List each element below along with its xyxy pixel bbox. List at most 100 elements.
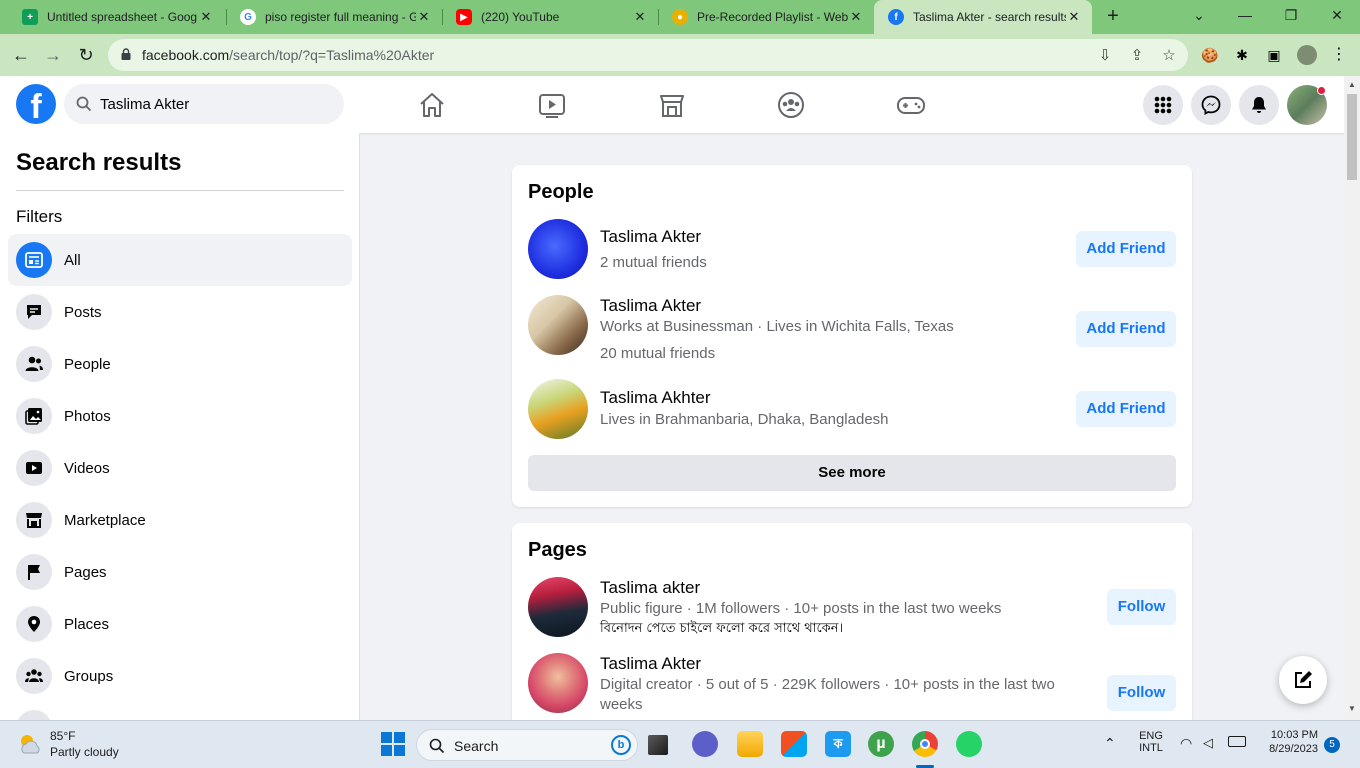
browser-tab[interactable]: ▶ (220) YouTube ✕ bbox=[442, 0, 658, 34]
close-icon[interactable]: ✕ bbox=[198, 9, 214, 25]
follow-button[interactable]: Follow bbox=[1107, 589, 1176, 625]
address-bar[interactable]: facebook.com/search/top/?q=Taslima%20Akt… bbox=[108, 39, 1188, 71]
scroll-down-icon[interactable]: ▼ bbox=[1347, 704, 1357, 713]
add-friend-button[interactable]: Add Friend bbox=[1076, 231, 1176, 267]
tab-search-chevron-icon[interactable]: ⌄ bbox=[1176, 0, 1222, 30]
person-name[interactable]: Taslima Akhter bbox=[600, 388, 711, 408]
close-icon[interactable]: ✕ bbox=[1066, 9, 1082, 25]
tab-title: (220) YouTube bbox=[481, 10, 560, 24]
youtube-icon: ▶ bbox=[456, 9, 472, 25]
filter-item-posts[interactable]: Posts bbox=[8, 286, 352, 338]
language-indicator[interactable]: ENG INTL bbox=[1136, 730, 1166, 754]
browser-tab[interactable]: G piso register full meaning - G ✕ bbox=[226, 0, 442, 34]
battery-icon[interactable] bbox=[1228, 736, 1246, 747]
filter-item-marketplace[interactable]: Marketplace bbox=[8, 494, 352, 546]
filter-item-more[interactable] bbox=[8, 702, 352, 720]
menu-kebab-icon[interactable]: ⋮ bbox=[1329, 45, 1349, 65]
file-explorer-icon[interactable] bbox=[737, 731, 763, 757]
new-tab-button[interactable]: + bbox=[1102, 6, 1124, 28]
teams-chat-icon[interactable] bbox=[692, 731, 718, 757]
filter-item-videos[interactable]: Videos bbox=[8, 442, 352, 494]
page-name[interactable]: Taslima akter bbox=[600, 578, 700, 598]
person-name[interactable]: Taslima Akter bbox=[600, 296, 701, 316]
side-panel-icon[interactable]: ▣ bbox=[1264, 45, 1284, 65]
page-scrollbar[interactable]: ▲ ▼ bbox=[1344, 76, 1360, 720]
facebook-logo[interactable]: f bbox=[16, 84, 56, 124]
chrome-icon[interactable] bbox=[912, 731, 938, 757]
cookie-extension-icon[interactable]: 🍪 bbox=[1200, 45, 1220, 65]
marketplace-icon[interactable] bbox=[657, 90, 687, 120]
volume-icon[interactable]: ◁ bbox=[1203, 735, 1213, 751]
task-view-icon[interactable] bbox=[648, 735, 668, 755]
account-avatar[interactable] bbox=[1287, 85, 1327, 125]
messenger-button[interactable] bbox=[1191, 85, 1231, 125]
menu-grid-button[interactable] bbox=[1143, 85, 1183, 125]
person-avatar[interactable] bbox=[528, 219, 588, 279]
filter-item-pages[interactable]: Pages bbox=[8, 546, 352, 598]
wifi-icon[interactable]: ◠ bbox=[1180, 735, 1192, 752]
person-avatar[interactable] bbox=[528, 295, 588, 355]
filter-item-people[interactable]: People bbox=[8, 338, 352, 390]
utorrent-icon[interactable]: µ bbox=[868, 731, 894, 757]
scrollbar-thumb[interactable] bbox=[1347, 94, 1357, 180]
restore-icon[interactable]: ❐ bbox=[1268, 0, 1314, 30]
page-name[interactable]: Taslima Akter bbox=[600, 654, 701, 674]
facebook-search[interactable] bbox=[64, 84, 344, 124]
person-result[interactable]: Taslima Akhter Lives in Brahmanbaria, Dh… bbox=[528, 379, 1176, 439]
person-meta: Lives in Brahmanbaria, Dhaka, Bangladesh bbox=[600, 411, 889, 428]
watch-video-icon[interactable] bbox=[537, 90, 567, 120]
extensions-puzzle-icon[interactable]: ✱ bbox=[1232, 45, 1252, 65]
see-more-button[interactable]: See more bbox=[528, 455, 1176, 491]
browser-tab[interactable]: ● Pre-Recorded Playlist - Web ✕ bbox=[658, 0, 874, 34]
url-text: facebook.com/search/top/?q=Taslima%20Akt… bbox=[142, 47, 435, 63]
install-app-icon[interactable]: ⇩ bbox=[1096, 47, 1114, 65]
facebook-icon: f bbox=[888, 9, 904, 25]
bing-icon[interactable]: b bbox=[611, 735, 631, 755]
person-result[interactable]: Taslima Akter Works at Businessman · Liv… bbox=[528, 295, 1176, 362]
person-result[interactable]: Taslima Akter 2 mutual friends Add Frien… bbox=[528, 219, 1176, 279]
groups-icon[interactable] bbox=[776, 90, 806, 120]
microsoft-store-icon[interactable] bbox=[781, 731, 807, 757]
close-icon[interactable]: ✕ bbox=[416, 9, 432, 25]
browser-tab-active[interactable]: f Taslima Akter - search results ✕ bbox=[874, 0, 1092, 34]
close-icon[interactable]: ✕ bbox=[632, 9, 648, 25]
scroll-up-icon[interactable]: ▲ bbox=[1347, 80, 1357, 89]
person-avatar[interactable] bbox=[528, 379, 588, 439]
browser-tab[interactable]: + Untitled spreadsheet - Goog ✕ bbox=[8, 0, 224, 34]
start-button[interactable] bbox=[380, 731, 406, 757]
search-input[interactable] bbox=[100, 84, 336, 124]
add-friend-button[interactable]: Add Friend bbox=[1076, 311, 1176, 347]
page-avatar[interactable] bbox=[528, 577, 588, 637]
whatsapp-icon[interactable] bbox=[956, 731, 982, 757]
close-window-icon[interactable]: ✕ bbox=[1314, 0, 1360, 30]
share-icon[interactable]: ⇪ bbox=[1128, 47, 1146, 65]
clock[interactable]: 10:03 PM 8/29/2023 bbox=[1256, 729, 1318, 755]
minimize-icon[interactable]: — bbox=[1222, 0, 1268, 30]
notifications-button[interactable] bbox=[1239, 85, 1279, 125]
page-result[interactable]: Taslima Akter Digital creator · 5 out of… bbox=[528, 653, 1176, 715]
add-friend-button[interactable]: Add Friend bbox=[1076, 391, 1176, 427]
filter-item-places[interactable]: Places bbox=[8, 598, 352, 650]
page-meta: Digital creator · 5 out of 5 · 229K foll… bbox=[600, 676, 1055, 713]
forward-icon[interactable]: → bbox=[40, 42, 66, 68]
notification-count-badge[interactable]: 5 bbox=[1324, 737, 1340, 753]
reload-icon[interactable]: ↻ bbox=[73, 42, 99, 68]
follow-button[interactable]: Follow bbox=[1107, 675, 1176, 711]
taskbar-search[interactable]: Search b bbox=[416, 729, 638, 761]
section-title: People bbox=[528, 181, 594, 203]
filter-item-groups[interactable]: Groups bbox=[8, 650, 352, 702]
gaming-icon[interactable] bbox=[896, 90, 926, 120]
profile-avatar[interactable] bbox=[1297, 45, 1317, 65]
page-result[interactable]: Taslima akter Public figure · 1M followe… bbox=[528, 577, 1176, 637]
bookmark-star-icon[interactable]: ☆ bbox=[1160, 47, 1178, 65]
home-icon[interactable] bbox=[417, 90, 447, 120]
person-name[interactable]: Taslima Akter bbox=[600, 227, 701, 247]
back-icon[interactable]: ← bbox=[8, 42, 34, 68]
keyboard-app-icon[interactable]: ক bbox=[825, 731, 851, 757]
new-message-button[interactable] bbox=[1279, 656, 1327, 704]
close-icon[interactable]: ✕ bbox=[848, 9, 864, 25]
show-hidden-icons-chevron[interactable]: ⌃ bbox=[1104, 735, 1116, 752]
filter-item-all[interactable]: All bbox=[8, 234, 352, 286]
page-avatar[interactable] bbox=[528, 653, 588, 713]
filter-item-photos[interactable]: Photos bbox=[8, 390, 352, 442]
